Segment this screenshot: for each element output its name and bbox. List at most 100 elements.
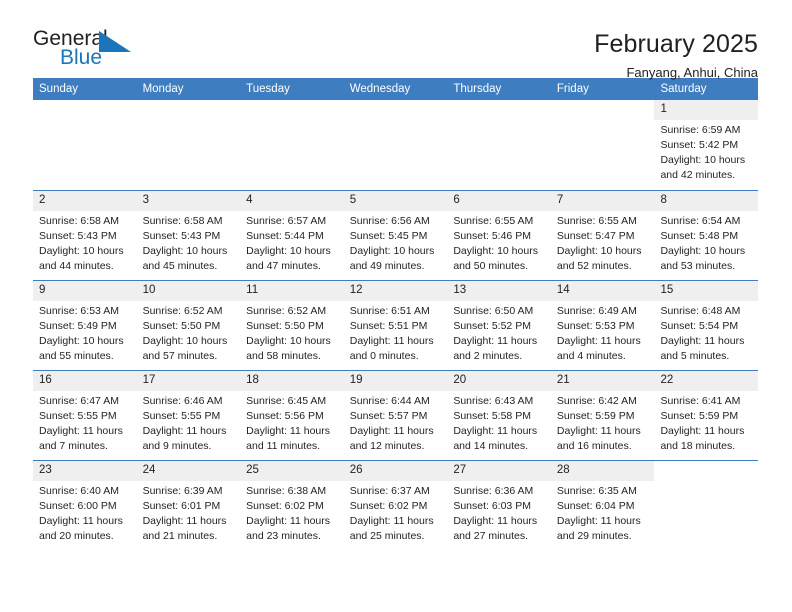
sunset-text: Sunset: 5:55 PM bbox=[39, 409, 117, 422]
daylight-text-line2: and 27 minutes. bbox=[453, 529, 529, 542]
sunrise-text: Sunrise: 6:51 AM bbox=[349, 305, 430, 317]
calendar-day-cell[interactable]: 21 Sunrise: 6:42 AM Sunset: 5:59 PM Dayligh… bbox=[550, 371, 655, 460]
daylight-text-line2: and 5 minutes. bbox=[660, 349, 730, 362]
calendar-day-cell[interactable]: 14 Sunrise: 6:49 AM Sunset: 5:53 PM Dayligh… bbox=[550, 281, 655, 370]
daylight-text-line1: Daylight: 10 hours bbox=[246, 244, 331, 257]
sunset-text: Sunset: 5:55 PM bbox=[142, 409, 221, 422]
daylight-text-line1: Daylight: 10 hours bbox=[453, 244, 538, 257]
calendar-day-cell[interactable]: 26 Sunrise: 6:37 AM Sunset: 6:02 PM Dayligh… bbox=[343, 461, 448, 550]
daylight-text-line2: and 11 minutes. bbox=[246, 439, 321, 452]
sunset-text: Sunset: 6:01 PM bbox=[142, 499, 221, 512]
calendar-week-row: 16 Sunrise: 6:47 AM Sunset: 5:55 PM Dayligh… bbox=[33, 370, 759, 460]
daylight-text-line1: Daylight: 10 hours bbox=[556, 244, 642, 257]
sunrise-text: Sunrise: 6:40 AM bbox=[39, 485, 119, 497]
daylight-text-line1: Daylight: 11 hours bbox=[39, 424, 123, 437]
calendar-day-cell-empty bbox=[137, 100, 241, 190]
calendar-day-cell[interactable]: 11 Sunrise: 6:52 AM Sunset: 5:50 PM Dayligh… bbox=[240, 281, 344, 370]
day-number: 10 bbox=[136, 281, 241, 301]
daylight-text-line2: and 55 minutes. bbox=[39, 349, 114, 362]
sunrise-text: Sunrise: 6:53 AM bbox=[39, 305, 119, 317]
daylight-text-line2: and 9 minutes. bbox=[142, 439, 212, 452]
day-number: 22 bbox=[654, 371, 759, 391]
calendar-day-cell[interactable]: 22 Sunrise: 6:41 AM Sunset: 5:59 PM Dayligh… bbox=[654, 371, 759, 460]
calendar-day-cell[interactable]: 23 Sunrise: 6:40 AM Sunset: 6:00 PM Dayligh… bbox=[33, 461, 137, 550]
sunset-text: Sunset: 5:43 PM bbox=[142, 229, 221, 242]
calendar-day-cell[interactable]: 8 Sunrise: 6:54 AM Sunset: 5:48 PM Daylight… bbox=[654, 191, 759, 280]
calendar-day-cell[interactable]: 12 Sunrise: 6:51 AM Sunset: 5:51 PM Dayligh… bbox=[343, 281, 448, 370]
daylight-text-line1: Daylight: 11 hours bbox=[453, 424, 538, 437]
daylight-text-line2: and 0 minutes. bbox=[349, 349, 419, 362]
day-sun-info: Sunrise: 6:36 AM Sunset: 6:03 PM Daylight:… bbox=[447, 481, 551, 544]
calendar-day-cell[interactable]: 1 Sunrise: 6:59 AM Sunset: 5:42 PM Daylight… bbox=[654, 100, 759, 190]
calendar-day-cell[interactable]: 17 Sunrise: 6:46 AM Sunset: 5:55 PM Dayligh… bbox=[136, 371, 241, 460]
calendar-day-cell[interactable]: 19 Sunrise: 6:44 AM Sunset: 5:57 PM Dayligh… bbox=[343, 371, 448, 460]
calendar-grid: Sunday Monday Tuesday Wednesday Thursday… bbox=[33, 78, 759, 550]
daylight-text-line1: Daylight: 11 hours bbox=[349, 514, 434, 527]
daylight-text-line1: Daylight: 10 hours bbox=[660, 244, 746, 257]
calendar-day-cell[interactable]: 13 Sunrise: 6:50 AM Sunset: 5:52 PM Dayligh… bbox=[447, 281, 551, 370]
day-sun-info: Sunrise: 6:53 AM Sunset: 5:49 PM Daylight:… bbox=[33, 301, 137, 364]
daylight-text-line2: and 52 minutes. bbox=[556, 259, 632, 272]
calendar-day-cell[interactable]: 3 Sunrise: 6:58 AM Sunset: 5:43 PM Daylight… bbox=[136, 191, 241, 280]
day-sun-info: Sunrise: 6:59 AM Sunset: 5:42 PM Daylight:… bbox=[654, 120, 758, 183]
day-number: 16 bbox=[33, 371, 137, 391]
calendar-day-cell[interactable]: 15 Sunrise: 6:48 AM Sunset: 5:54 PM Dayligh… bbox=[654, 281, 759, 370]
calendar-day-cell-empty bbox=[33, 100, 137, 190]
calendar-day-cell[interactable]: 25 Sunrise: 6:38 AM Sunset: 6:02 PM Dayligh… bbox=[240, 461, 344, 550]
calendar-day-cell[interactable]: 24 Sunrise: 6:39 AM Sunset: 6:01 PM Dayligh… bbox=[136, 461, 241, 550]
calendar-week-row: 1 Sunrise: 6:59 AM Sunset: 5:42 PM Daylight… bbox=[33, 100, 759, 190]
calendar-week-row: 23 Sunrise: 6:40 AM Sunset: 6:00 PM Dayligh… bbox=[33, 460, 758, 550]
title-block: February 2025 Fanyang, Anhui, China bbox=[594, 28, 758, 80]
calendar-day-cell[interactable]: 16 Sunrise: 6:47 AM Sunset: 5:55 PM Dayligh… bbox=[33, 371, 137, 460]
calendar-day-cell-empty bbox=[447, 100, 551, 190]
calendar-day-cell[interactable]: 2 Sunrise: 6:58 AM Sunset: 5:43 PM Daylight… bbox=[33, 191, 137, 280]
calendar-day-cell[interactable]: 6 Sunrise: 6:55 AM Sunset: 5:46 PM Daylight… bbox=[447, 191, 551, 280]
weekday-header-tuesday: Tuesday bbox=[246, 83, 290, 95]
sunset-text: Sunset: 5:58 PM bbox=[453, 409, 531, 422]
calendar-day-cell[interactable]: 18 Sunrise: 6:45 AM Sunset: 5:56 PM Dayligh… bbox=[240, 371, 344, 460]
calendar-day-cell[interactable]: 27 Sunrise: 6:36 AM Sunset: 6:03 PM Dayligh… bbox=[447, 461, 551, 550]
day-number: 14 bbox=[550, 281, 655, 301]
day-number: 7 bbox=[550, 191, 655, 211]
day-sun-info: Sunrise: 6:52 AM Sunset: 5:50 PM Daylight:… bbox=[137, 301, 241, 364]
calendar-day-cell[interactable]: 20 Sunrise: 6:43 AM Sunset: 5:58 PM Dayligh… bbox=[447, 371, 551, 460]
daylight-text-line1: Daylight: 10 hours bbox=[246, 334, 331, 347]
sunrise-text: Sunrise: 6:58 AM bbox=[142, 215, 223, 227]
day-number: 27 bbox=[447, 461, 551, 481]
sunrise-text: Sunrise: 6:50 AM bbox=[453, 305, 534, 317]
calendar-day-cell[interactable]: 10 Sunrise: 6:52 AM Sunset: 5:50 PM Dayligh… bbox=[136, 281, 241, 370]
calendar-day-cell[interactable]: 9 Sunrise: 6:53 AM Sunset: 5:49 PM Daylight… bbox=[33, 281, 137, 370]
day-sun-info: Sunrise: 6:43 AM Sunset: 5:58 PM Daylight:… bbox=[447, 391, 551, 454]
calendar-day-cell[interactable]: 7 Sunrise: 6:55 AM Sunset: 5:47 PM Daylight… bbox=[550, 191, 655, 280]
daylight-text-line2: and 12 minutes. bbox=[349, 439, 425, 452]
daylight-text-line2: and 20 minutes. bbox=[39, 529, 114, 542]
calendar-day-cell[interactable]: 28 Sunrise: 6:35 AM Sunset: 6:04 PM Dayligh… bbox=[550, 461, 655, 550]
daylight-text-line2: and 42 minutes. bbox=[660, 168, 736, 181]
day-sun-info: Sunrise: 6:40 AM Sunset: 6:00 PM Daylight:… bbox=[33, 481, 137, 544]
day-number: 25 bbox=[240, 461, 344, 481]
sunrise-text: Sunrise: 6:56 AM bbox=[349, 215, 430, 227]
page-header: General Blue February 2025 Fanyang, Anhu… bbox=[0, 0, 792, 80]
calendar-day-cell[interactable]: 4 Sunrise: 6:57 AM Sunset: 5:44 PM Daylight… bbox=[240, 191, 344, 280]
day-sun-info: Sunrise: 6:50 AM Sunset: 5:52 PM Daylight:… bbox=[447, 301, 551, 364]
sunset-text: Sunset: 6:03 PM bbox=[453, 499, 531, 512]
day-sun-info: Sunrise: 6:51 AM Sunset: 5:51 PM Daylight:… bbox=[344, 301, 448, 364]
daylight-text-line1: Daylight: 11 hours bbox=[142, 424, 227, 437]
daylight-text-line2: and 58 minutes. bbox=[246, 349, 321, 362]
calendar-day-cell[interactable]: 5 Sunrise: 6:56 AM Sunset: 5:45 PM Daylight… bbox=[343, 191, 448, 280]
generalblue-logo[interactable]: General Blue bbox=[33, 28, 137, 74]
day-number: 23 bbox=[33, 461, 137, 481]
sunset-text: Sunset: 5:54 PM bbox=[660, 319, 739, 332]
logo-text-blue: Blue bbox=[60, 46, 103, 69]
calendar-week-row: 2 Sunrise: 6:58 AM Sunset: 5:43 PM Daylight… bbox=[33, 190, 759, 280]
daylight-text-line2: and 29 minutes. bbox=[556, 529, 632, 542]
day-number: 15 bbox=[654, 281, 759, 301]
weekday-header-wednesday: Wednesday bbox=[349, 83, 411, 95]
daylight-text-line2: and 7 minutes. bbox=[39, 439, 108, 452]
sunset-text: Sunset: 5:59 PM bbox=[660, 409, 739, 422]
sunrise-text: Sunrise: 6:35 AM bbox=[556, 485, 637, 497]
daylight-text-line1: Daylight: 11 hours bbox=[246, 424, 331, 437]
day-number bbox=[447, 100, 551, 120]
weekday-header-row: Sunday Monday Tuesday Wednesday Thursday… bbox=[33, 78, 758, 100]
day-sun-info: Sunrise: 6:56 AM Sunset: 5:45 PM Daylight:… bbox=[344, 211, 448, 274]
